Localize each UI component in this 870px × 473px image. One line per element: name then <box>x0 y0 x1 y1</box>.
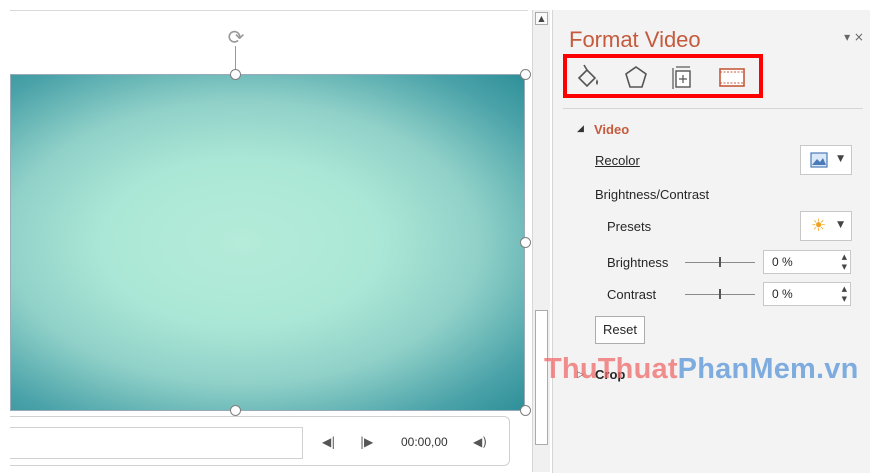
brightness-slider-thumb[interactable] <box>719 257 721 267</box>
contrast-value: 0 % <box>772 287 793 301</box>
chevron-down-icon: ▼ <box>837 220 844 230</box>
slide-canvas: ⟳ ◀| |▶ 00:00,00 ◀) <box>10 10 531 470</box>
brightness-contrast-label: Brightness/Contrast <box>595 187 710 202</box>
pane-title: Format Video <box>569 27 701 52</box>
watermark-part1: ThuThuat <box>544 353 678 385</box>
resize-handle-top[interactable] <box>230 69 241 80</box>
resize-handle-bottom-right[interactable] <box>520 405 531 416</box>
resize-handle-right[interactable] <box>520 237 531 248</box>
volume-icon[interactable]: ◀) <box>473 435 487 449</box>
spin-arrows-icon[interactable]: ▲ ▼ <box>842 252 847 272</box>
pane-controls[interactable]: ▾ × <box>844 30 864 44</box>
video-object[interactable] <box>10 74 525 411</box>
contrast-slider-thumb[interactable] <box>719 289 721 299</box>
media-time: 00:00,00 <box>401 435 448 449</box>
media-progress-bar[interactable] <box>10 427 303 459</box>
spin-arrows-icon[interactable]: ▲ ▼ <box>842 284 847 304</box>
contrast-label: Contrast <box>607 287 657 302</box>
resize-handle-bottom[interactable] <box>230 405 241 416</box>
presets-label: Presets <box>607 219 652 234</box>
recolor-dropdown[interactable]: ▼ <box>800 145 852 175</box>
scroll-up-button[interactable]: ▲ <box>535 12 548 25</box>
chevron-down-icon: ▼ <box>837 154 844 164</box>
format-video-pane: Format Video ▾ × ◢ Video Recolor ▼ Brigh… <box>552 10 870 473</box>
reset-button[interactable]: Reset <box>595 316 645 344</box>
contrast-input[interactable]: 0 % ▲ ▼ <box>763 282 851 306</box>
step-back-icon[interactable]: ◀| <box>322 435 335 449</box>
fill-line-icon[interactable] <box>573 62 603 92</box>
watermark-part2: PhanMem.vn <box>677 353 859 385</box>
sun-icon: ☀ <box>811 216 827 236</box>
vertical-scrollbar[interactable]: ▲ <box>532 10 550 472</box>
video-section-header[interactable]: Video <box>594 122 629 137</box>
recolor-label: Recolor <box>595 153 640 168</box>
resize-handle-top-right[interactable] <box>520 69 531 80</box>
brightness-input[interactable]: 0 % ▲ ▼ <box>763 250 851 274</box>
brightness-label: Brightness <box>607 255 669 270</box>
rotate-handle-icon[interactable]: ⟳ <box>225 26 247 48</box>
watermark: ThuThuatPhanMem.vn <box>544 353 859 386</box>
video-icon[interactable] <box>717 62 747 92</box>
media-controls: ◀| |▶ 00:00,00 ◀) <box>10 416 510 466</box>
presets-dropdown[interactable]: ☀ ▼ <box>800 211 852 241</box>
app-root: ⟳ ◀| |▶ 00:00,00 ◀) ▲ Format Video ▾ × ◢… <box>0 0 870 473</box>
brightness-value: 0 % <box>772 255 793 269</box>
step-forward-icon[interactable]: |▶ <box>360 435 373 449</box>
pane-divider <box>563 108 863 109</box>
size-properties-icon[interactable] <box>667 62 697 92</box>
effects-icon[interactable] <box>621 62 651 92</box>
collapse-triangle-icon[interactable]: ◢ <box>577 124 584 134</box>
picture-icon <box>810 152 828 168</box>
